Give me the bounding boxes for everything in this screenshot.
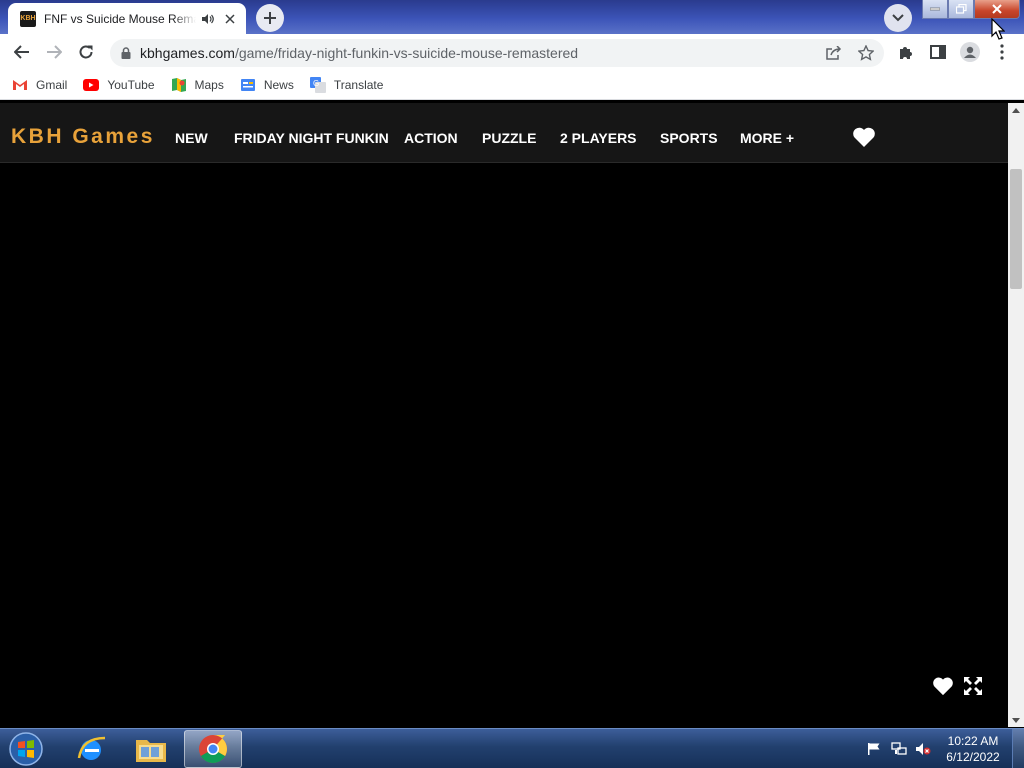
action-center-flag-icon[interactable] <box>866 741 882 757</box>
reload-icon <box>79 45 93 59</box>
site-logo[interactable]: KBH Games <box>11 125 155 149</box>
bookmark-label: Translate <box>333 77 384 92</box>
maps-icon <box>171 77 187 93</box>
back-button[interactable] <box>8 38 36 66</box>
favorites-heart-icon[interactable] <box>852 126 876 148</box>
tab-search-button[interactable] <box>884 4 912 32</box>
system-clock[interactable]: 10:22 AM 6/12/2022 <box>940 733 1006 765</box>
bookmark-youtube[interactable]: YouTube <box>83 73 155 97</box>
side-panel-button[interactable] <box>924 38 952 66</box>
profile-button[interactable] <box>956 38 984 66</box>
screen: KBH FNF vs Suicide Mouse Remastered <box>0 0 1024 768</box>
volume-muted-icon[interactable] <box>915 741 931 757</box>
favorite-game-icon[interactable] <box>932 675 954 697</box>
gmail-icon <box>12 77 28 93</box>
close-icon <box>992 4 1002 14</box>
extensions-button[interactable] <box>892 38 920 66</box>
chrome-icon <box>199 735 227 763</box>
fullscreen-icon[interactable] <box>962 675 984 697</box>
minimize-icon <box>930 7 940 11</box>
clock-time: 10:22 AM <box>947 734 999 748</box>
chevron-down-icon <box>892 14 904 22</box>
plus-icon <box>264 12 276 24</box>
tab-audio-icon[interactable] <box>200 11 216 27</box>
side-panel-icon <box>930 45 946 59</box>
close-window-button[interactable] <box>974 0 1020 19</box>
nav-item-friday-night-funkin[interactable]: FRIDAY NIGHT FUNKIN <box>234 130 389 146</box>
taskbar-chrome[interactable] <box>184 730 242 768</box>
bookmark-label: YouTube <box>107 77 155 92</box>
bookmark-label: Gmail <box>36 77 68 92</box>
forward-arrow-icon <box>47 45 62 59</box>
nav-item-sports[interactable]: SPORTS <box>660 130 718 146</box>
address-bar[interactable]: kbhgames.com/game/friday-night-funkin-vs… <box>110 39 884 67</box>
url-path: /game/friday-night-funkin-vs-suicide-mou… <box>234 45 579 61</box>
url-host: kbhgames.com <box>140 45 235 61</box>
clock-date: 6/12/2022 <box>946 750 1000 764</box>
kbh-favicon-icon: KBH <box>20 10 36 27</box>
profile-icon <box>960 42 980 62</box>
taskbar-file-explorer[interactable] <box>122 730 180 768</box>
bookmarks-bar: Gmail YouTube Maps News G Translate <box>0 70 1024 100</box>
page-scrollbar[interactable] <box>1008 103 1024 727</box>
nav-item-puzzle[interactable]: PUZZLE <box>482 130 536 146</box>
translate-icon: G <box>309 76 326 93</box>
site-navbar: KBH Games NEW FRIDAY NIGHT FUNKIN ACTION… <box>0 103 1008 163</box>
browser-tab-strip: KBH FNF vs Suicide Mouse Remastered <box>0 0 1024 34</box>
restore-icon <box>955 4 967 14</box>
news-icon <box>240 77 256 93</box>
show-desktop-button[interactable] <box>1012 729 1024 768</box>
bookmark-translate[interactable]: G Translate <box>309 73 384 97</box>
page-viewport: KBH Games NEW FRIDAY NIGHT FUNKIN ACTION… <box>0 103 1008 727</box>
taskbar-internet-explorer[interactable] <box>62 730 120 768</box>
youtube-icon <box>83 77 100 93</box>
minimize-button[interactable] <box>922 0 948 19</box>
scroll-down-arrow-icon[interactable] <box>1008 713 1024 727</box>
puzzle-icon <box>900 47 912 59</box>
back-arrow-icon <box>14 45 29 59</box>
reload-button[interactable] <box>72 38 100 66</box>
window-controls <box>922 0 1020 20</box>
nav-item-more[interactable]: MORE + <box>740 130 794 146</box>
menu-button[interactable] <box>988 38 1016 66</box>
new-tab-button[interactable] <box>256 4 284 32</box>
forward-button[interactable] <box>40 38 68 66</box>
internet-explorer-icon <box>77 736 106 760</box>
favicon-text: KBH <box>20 15 36 22</box>
lock-icon[interactable] <box>112 47 140 59</box>
mouse-cursor-icon <box>991 18 1005 40</box>
bookmark-gmail[interactable]: Gmail <box>12 73 67 97</box>
nav-item-2-players[interactable]: 2 PLAYERS <box>560 130 637 146</box>
bookmark-news[interactable]: News <box>240 73 294 97</box>
game-canvas[interactable] <box>0 163 1008 727</box>
tab-close-icon[interactable] <box>222 11 238 27</box>
kebab-menu-icon <box>1000 44 1004 60</box>
network-icon[interactable] <box>891 741 907 757</box>
nav-item-action[interactable]: ACTION <box>404 130 458 146</box>
url-text[interactable]: kbhgames.com/game/friday-night-funkin-vs… <box>140 45 578 61</box>
tab-title: FNF vs Suicide Mouse Remastered <box>44 11 196 26</box>
scroll-up-arrow-icon[interactable] <box>1008 103 1024 117</box>
svg-text:G: G <box>313 79 319 88</box>
browser-tab[interactable]: KBH FNF vs Suicide Mouse Remastered <box>8 3 246 34</box>
bookmark-label: Maps <box>194 77 224 92</box>
nav-item-new[interactable]: NEW <box>175 130 208 146</box>
bookmark-maps[interactable]: Maps <box>171 73 224 97</box>
bookmark-label: News <box>263 77 294 92</box>
file-explorer-icon <box>136 740 166 762</box>
start-button[interactable] <box>6 731 46 767</box>
scrollbar-thumb[interactable] <box>1010 169 1022 289</box>
restore-button[interactable] <box>948 0 974 19</box>
windows-taskbar: 10:22 AM 6/12/2022 <box>0 728 1024 768</box>
bookmark-star-icon[interactable] <box>852 39 880 67</box>
windows-logo-icon <box>9 732 43 766</box>
share-icon[interactable] <box>820 39 848 67</box>
